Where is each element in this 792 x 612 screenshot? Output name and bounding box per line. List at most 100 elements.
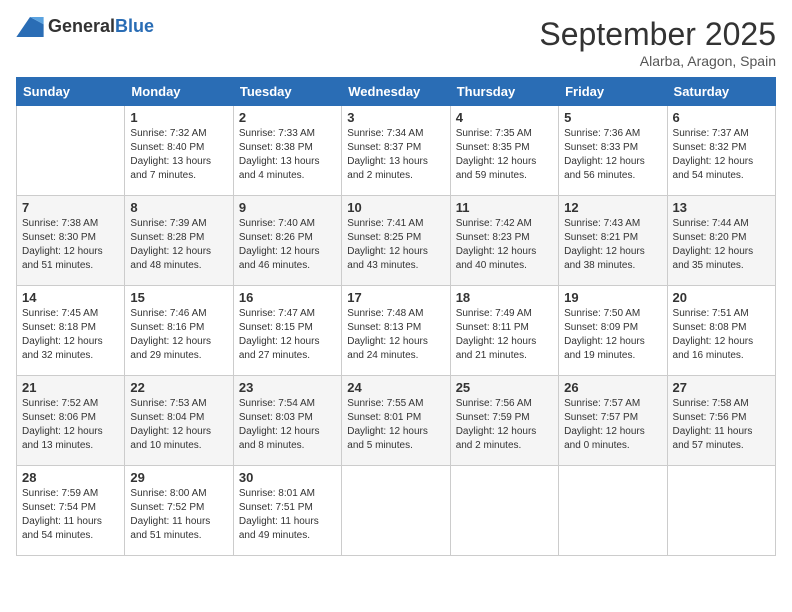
calendar-cell: 7 Sunrise: 7:38 AMSunset: 8:30 PMDaylight… [17,196,125,286]
day-number: 12 [564,200,661,215]
calendar-cell: 23 Sunrise: 7:54 AMSunset: 8:03 PMDayligh… [233,376,341,466]
logo: GeneralBlue [16,16,154,37]
day-info: Sunrise: 7:41 AMSunset: 8:25 PMDaylight:… [347,217,444,273]
calendar-cell: 3 Sunrise: 7:34 AMSunset: 8:37 PMDaylight… [342,106,450,196]
day-number: 24 [347,380,444,395]
day-number: 3 [347,110,444,125]
day-number: 18 [456,290,553,305]
day-of-week-header: Wednesday [342,78,450,106]
day-number: 23 [239,380,336,395]
calendar-cell: 20 Sunrise: 7:51 AMSunset: 8:08 PMDayligh… [667,286,775,376]
day-of-week-header: Thursday [450,78,558,106]
day-number: 8 [130,200,227,215]
calendar-cell [342,466,450,556]
day-number: 28 [22,470,119,485]
day-of-week-header: Tuesday [233,78,341,106]
calendar-cell: 13 Sunrise: 7:44 AMSunset: 8:20 PMDayligh… [667,196,775,286]
week-row: 1 Sunrise: 7:32 AMSunset: 8:40 PMDaylight… [17,106,776,196]
day-info: Sunrise: 7:35 AMSunset: 8:35 PMDaylight:… [456,127,553,183]
day-info: Sunrise: 7:54 AMSunset: 8:03 PMDaylight:… [239,397,336,453]
calendar-cell: 28 Sunrise: 7:59 AMSunset: 7:54 PMDayligh… [17,466,125,556]
calendar-cell: 17 Sunrise: 7:48 AMSunset: 8:13 PMDayligh… [342,286,450,376]
day-number: 1 [130,110,227,125]
calendar-cell: 26 Sunrise: 7:57 AMSunset: 7:57 PMDayligh… [559,376,667,466]
day-of-week-header: Saturday [667,78,775,106]
day-info: Sunrise: 7:49 AMSunset: 8:11 PMDaylight:… [456,307,553,363]
day-number: 14 [22,290,119,305]
day-info: Sunrise: 7:55 AMSunset: 8:01 PMDaylight:… [347,397,444,453]
day-of-week-header: Sunday [17,78,125,106]
day-number: 22 [130,380,227,395]
day-info: Sunrise: 7:47 AMSunset: 8:15 PMDaylight:… [239,307,336,363]
day-info: Sunrise: 7:53 AMSunset: 8:04 PMDaylight:… [130,397,227,453]
day-number: 26 [564,380,661,395]
day-info: Sunrise: 7:45 AMSunset: 8:18 PMDaylight:… [22,307,119,363]
day-of-week-header: Friday [559,78,667,106]
day-info: Sunrise: 8:01 AMSunset: 7:51 PMDaylight:… [239,487,336,543]
day-number: 19 [564,290,661,305]
calendar-cell: 2 Sunrise: 7:33 AMSunset: 8:38 PMDaylight… [233,106,341,196]
day-info: Sunrise: 7:59 AMSunset: 7:54 PMDaylight:… [22,487,119,543]
day-number: 7 [22,200,119,215]
day-info: Sunrise: 7:48 AMSunset: 8:13 PMDaylight:… [347,307,444,363]
day-info: Sunrise: 7:57 AMSunset: 7:57 PMDaylight:… [564,397,661,453]
calendar-cell: 11 Sunrise: 7:42 AMSunset: 8:23 PMDayligh… [450,196,558,286]
week-row: 28 Sunrise: 7:59 AMSunset: 7:54 PMDayligh… [17,466,776,556]
calendar-cell: 24 Sunrise: 7:55 AMSunset: 8:01 PMDayligh… [342,376,450,466]
calendar-cell: 8 Sunrise: 7:39 AMSunset: 8:28 PMDaylight… [125,196,233,286]
calendar-cell: 22 Sunrise: 7:53 AMSunset: 8:04 PMDayligh… [125,376,233,466]
header: GeneralBlue September 2025 Alarba, Arago… [16,16,776,69]
day-of-week-header: Monday [125,78,233,106]
week-row: 21Sunrise: 7:52 AMSunset: 8:06 PMDayligh… [17,376,776,466]
day-number: 9 [239,200,336,215]
day-info: Sunrise: 7:39 AMSunset: 8:28 PMDaylight:… [130,217,227,273]
calendar-cell: 18 Sunrise: 7:49 AMSunset: 8:11 PMDayligh… [450,286,558,376]
day-number: 5 [564,110,661,125]
calendar-cell: 5Sunrise: 7:36 AMSunset: 8:33 PMDaylight… [559,106,667,196]
calendar-cell: 10 Sunrise: 7:41 AMSunset: 8:25 PMDayligh… [342,196,450,286]
calendar-cell: 21Sunrise: 7:52 AMSunset: 8:06 PMDayligh… [17,376,125,466]
day-info: Sunrise: 8:00 AMSunset: 7:52 PMDaylight:… [130,487,227,543]
day-number: 10 [347,200,444,215]
day-info: Sunrise: 7:32 AMSunset: 8:40 PMDaylight:… [130,127,227,183]
month-title: September 2025 [539,16,776,53]
calendar-cell: 29Sunrise: 8:00 AMSunset: 7:52 PMDayligh… [125,466,233,556]
day-info: Sunrise: 7:42 AMSunset: 8:23 PMDaylight:… [456,217,553,273]
calendar-cell: 15Sunrise: 7:46 AMSunset: 8:16 PMDayligh… [125,286,233,376]
calendar-cell: 4Sunrise: 7:35 AMSunset: 8:35 PMDaylight… [450,106,558,196]
day-number: 13 [673,200,770,215]
day-number: 11 [456,200,553,215]
day-number: 16 [239,290,336,305]
logo-text-blue: Blue [115,16,154,36]
day-info: Sunrise: 7:58 AMSunset: 7:56 PMDaylight:… [673,397,770,453]
calendar-cell [17,106,125,196]
day-info: Sunrise: 7:34 AMSunset: 8:37 PMDaylight:… [347,127,444,183]
calendar-cell: 9Sunrise: 7:40 AMSunset: 8:26 PMDaylight… [233,196,341,286]
day-info: Sunrise: 7:46 AMSunset: 8:16 PMDaylight:… [130,307,227,363]
calendar-cell: 30 Sunrise: 8:01 AMSunset: 7:51 PMDayligh… [233,466,341,556]
calendar-cell: 19 Sunrise: 7:50 AMSunset: 8:09 PMDayligh… [559,286,667,376]
day-number: 20 [673,290,770,305]
day-info: Sunrise: 7:38 AMSunset: 8:30 PMDaylight:… [22,217,119,273]
calendar-cell: 14 Sunrise: 7:45 AMSunset: 8:18 PMDayligh… [17,286,125,376]
calendar-cell [450,466,558,556]
day-number: 25 [456,380,553,395]
calendar-table: SundayMondayTuesdayWednesdayThursdayFrid… [16,77,776,556]
day-info: Sunrise: 7:51 AMSunset: 8:08 PMDaylight:… [673,307,770,363]
week-row: 14 Sunrise: 7:45 AMSunset: 8:18 PMDayligh… [17,286,776,376]
calendar-cell: 25Sunrise: 7:56 AMSunset: 7:59 PMDayligh… [450,376,558,466]
calendar-cell [559,466,667,556]
day-number: 2 [239,110,336,125]
day-info: Sunrise: 7:44 AMSunset: 8:20 PMDaylight:… [673,217,770,273]
day-info: Sunrise: 7:37 AMSunset: 8:32 PMDaylight:… [673,127,770,183]
day-number: 27 [673,380,770,395]
calendar-cell: 6Sunrise: 7:37 AMSunset: 8:32 PMDaylight… [667,106,775,196]
day-number: 30 [239,470,336,485]
day-number: 17 [347,290,444,305]
logo-text-general: General [48,16,115,36]
logo-icon [16,17,44,37]
day-info: Sunrise: 7:50 AMSunset: 8:09 PMDaylight:… [564,307,661,363]
days-of-week-row: SundayMondayTuesdayWednesdayThursdayFrid… [17,78,776,106]
day-info: Sunrise: 7:52 AMSunset: 8:06 PMDaylight:… [22,397,119,453]
day-info: Sunrise: 7:33 AMSunset: 8:38 PMDaylight:… [239,127,336,183]
